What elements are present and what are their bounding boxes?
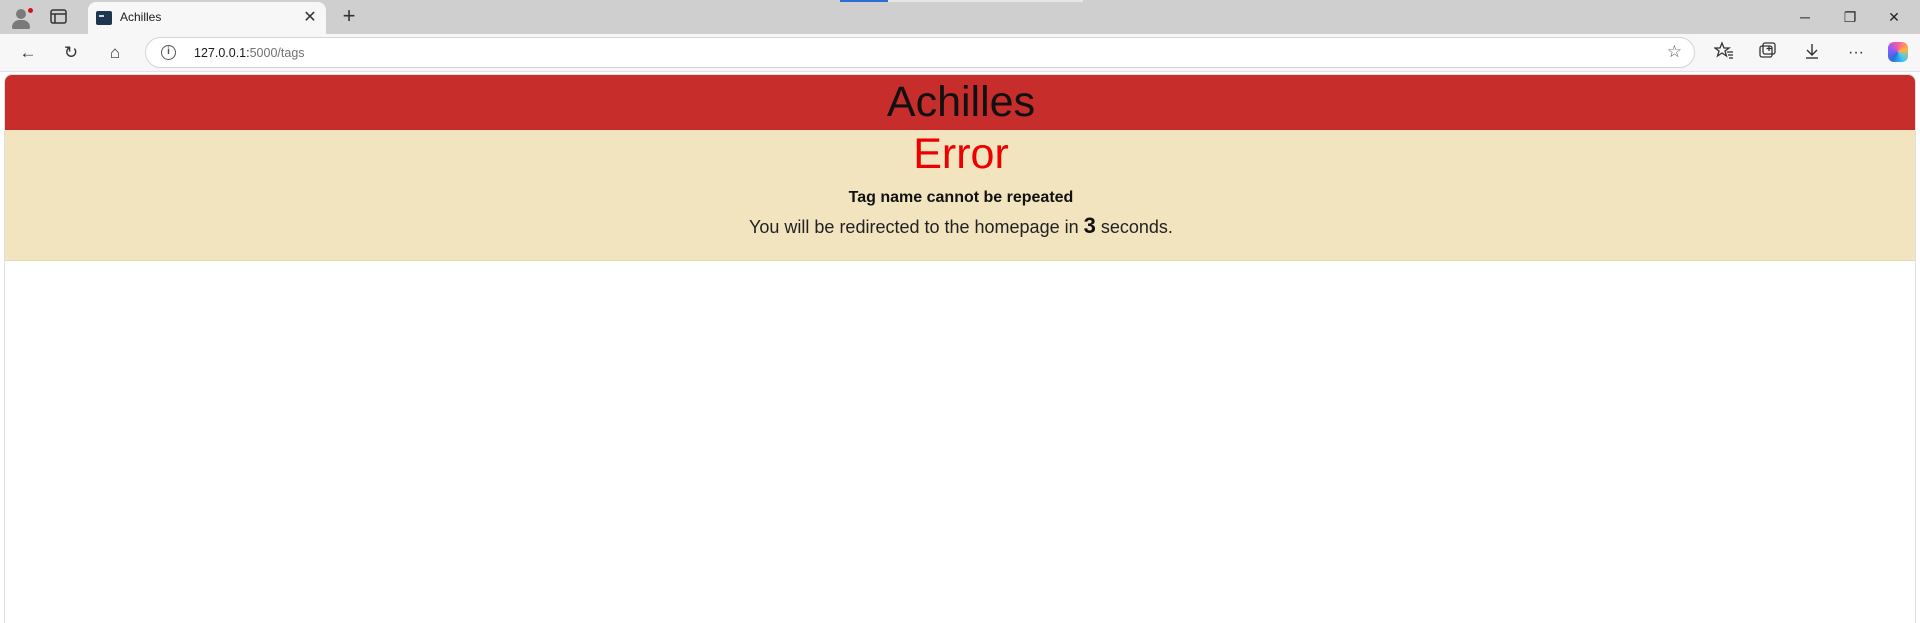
web-page: Achilles Error Tag name cannot be repeat… <box>4 74 1916 623</box>
site-title: Achilles <box>886 78 1036 126</box>
more-icon[interactable]: ··· <box>1843 41 1869 65</box>
home-button[interactable]: ⌂ <box>102 41 128 65</box>
back-button[interactable]: ← <box>15 41 41 65</box>
redirect-countdown: 3 <box>1083 213 1096 238</box>
tab-close-icon[interactable]: ✕ <box>300 8 320 28</box>
reload-button[interactable]: ↻ <box>58 41 84 65</box>
copilot-icon[interactable] <box>1888 42 1908 62</box>
browser-tab-active[interactable]: Achilles ✕ <box>88 2 326 34</box>
downloads-icon[interactable] <box>1799 41 1825 65</box>
error-heading: Error <box>913 130 1009 178</box>
restore-button[interactable]: ❐ <box>1834 5 1866 29</box>
favorite-star-icon[interactable]: ☆ <box>1667 42 1682 62</box>
favorites-icon[interactable] <box>1711 41 1737 65</box>
profile-body <box>12 20 30 29</box>
new-tab-button[interactable]: + <box>337 5 361 29</box>
error-message: Tag name cannot be repeated <box>848 189 1074 206</box>
redirect-prefix: You will be redirected to the homepage i… <box>749 217 1079 237</box>
tab-strip-indicator <box>840 0 888 2</box>
window-close-button[interactable]: ✕ <box>1878 5 1910 29</box>
collections-icon[interactable] <box>1755 41 1781 65</box>
url-host: 127.0.0.1: <box>194 46 250 60</box>
redirect-suffix: seconds. <box>1100 217 1173 237</box>
address-bar[interactable]: i 127.0.0.1:5000/tags ☆ <box>145 37 1695 68</box>
profile-icon[interactable] <box>8 5 34 31</box>
page-viewport: Achilles Error Tag name cannot be repeat… <box>0 72 1920 623</box>
notification-dot <box>27 7 34 14</box>
redirect-notice: You will be redirected to the homepage i… <box>5 213 1915 239</box>
tab-strip-indicator-track <box>888 0 1083 2</box>
url-path: 5000/tags <box>249 46 305 60</box>
profile-head <box>16 9 26 19</box>
tab-strip: Achilles ✕ + ─ ❐ ✕ <box>0 0 1920 34</box>
tab-title: Achilles <box>120 10 162 24</box>
site-header: Achilles <box>5 75 1915 130</box>
tab-actions-icon[interactable] <box>48 7 70 27</box>
error-panel: Error Tag name cannot be repeated You wi… <box>5 130 1915 261</box>
terminal-favicon-icon <box>96 11 112 25</box>
browser-toolbar: ← ↻ ⌂ i 127.0.0.1:5000/tags ☆ ··· <box>0 34 1920 72</box>
minimize-button[interactable]: ─ <box>1789 5 1821 29</box>
address-url[interactable]: 127.0.0.1:5000/tags <box>194 46 305 60</box>
site-info-icon[interactable]: i <box>161 45 176 60</box>
